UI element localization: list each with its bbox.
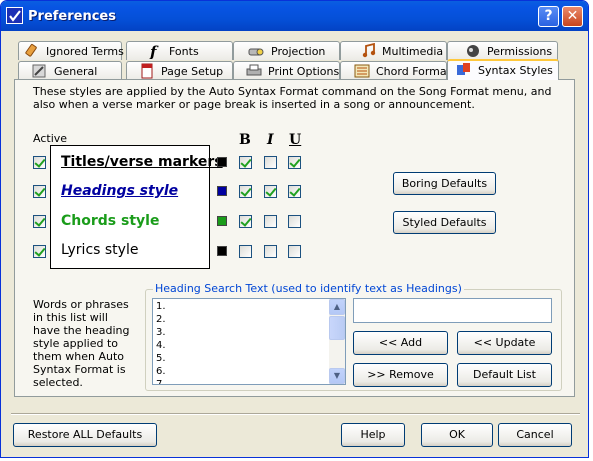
bold-checkbox-headings[interactable]: [239, 185, 252, 198]
tab-label: Permissions: [487, 45, 553, 58]
tab-permissions[interactable]: Permissions: [447, 41, 558, 60]
printer-icon: [246, 64, 262, 76]
tab-print-options[interactable]: Print Options: [233, 61, 340, 80]
style-headings-preview[interactable]: Headings style: [61, 183, 178, 199]
list-item[interactable]: 3.: [156, 327, 166, 339]
list-scrollbar[interactable]: ▲ ▼: [329, 299, 345, 384]
bold-checkbox-titles[interactable]: [239, 156, 252, 169]
font-f-icon: f: [149, 43, 159, 59]
bold-checkbox-lyrics[interactable]: [239, 245, 252, 258]
tab-label: Syntax Styles: [478, 64, 553, 77]
tab-label: Page Setup: [161, 65, 224, 78]
color-swatch-chords[interactable]: [217, 216, 227, 226]
list-item[interactable]: 2.: [156, 314, 166, 326]
tab-page-setup[interactable]: Page Setup: [126, 61, 233, 80]
restore-all-defaults-button[interactable]: Restore ALL Defaults: [13, 423, 157, 447]
page-setup-icon: [141, 63, 153, 79]
style-chords-preview[interactable]: Chords style: [61, 213, 159, 229]
list-item[interactable]: 6.: [156, 366, 166, 378]
tab-general[interactable]: General: [18, 61, 122, 80]
tab-label: Chord Format: [376, 65, 451, 78]
styled-defaults-button[interactable]: Styled Defaults: [393, 211, 496, 234]
tab-label: General: [54, 65, 98, 78]
default-list-button[interactable]: Default List: [457, 363, 552, 387]
title-bar[interactable]: Preferences ? ✕: [1, 1, 588, 31]
color-swatch-headings[interactable]: [217, 186, 227, 196]
add-button[interactable]: << Add: [353, 331, 448, 355]
projector-icon: [248, 48, 264, 56]
active-checkbox-headings[interactable]: [33, 185, 46, 198]
active-column-label: Active: [33, 132, 68, 145]
tab-ignored-terms[interactable]: Ignored Terms: [18, 41, 124, 60]
app-checkmark-icon: [6, 7, 23, 24]
tab-fonts[interactable]: f Fonts: [126, 41, 233, 60]
italic-column-header: I: [267, 132, 274, 148]
tab-label: Print Options: [268, 65, 340, 78]
tab-chord-format[interactable]: Chord Format: [340, 61, 451, 80]
italic-checkbox-chords[interactable]: [264, 215, 277, 228]
syntax-description: These styles are applied by the Auto Syn…: [33, 85, 552, 111]
list-item[interactable]: 7.: [156, 379, 166, 384]
scroll-thumb[interactable]: [329, 316, 345, 340]
bold-column-header: B: [239, 132, 251, 148]
list-item[interactable]: 5.: [156, 353, 166, 365]
style-preview-box: Titles/verse markers Headings style Chor…: [50, 145, 223, 269]
music-note-icon: [362, 43, 376, 58]
heading-search-note: Words or phrases in this list will have …: [33, 298, 130, 389]
heading-search-group-title: Heading Search Text (used to identify te…: [153, 282, 464, 295]
underline-checkbox-chords[interactable]: [288, 215, 301, 228]
italic-checkbox-lyrics[interactable]: [264, 245, 277, 258]
italic-checkbox-headings[interactable]: [264, 185, 277, 198]
tab-projection[interactable]: Projection: [233, 41, 340, 60]
eraser-icon: [25, 43, 37, 57]
syntax-styles-panel: These styles are applied by the Auto Syn…: [14, 79, 575, 397]
footer-separator: [11, 413, 580, 415]
tab-label: Multimedia: [382, 45, 444, 58]
underline-column-header: U: [289, 132, 302, 148]
heading-search-list[interactable]: 1. 2. 3. 4. 5. 6. 7. ▲ ▼: [152, 298, 346, 385]
scroll-down-arrow-icon[interactable]: ▼: [329, 368, 345, 384]
underline-checkbox-headings[interactable]: [288, 185, 301, 198]
permissions-icon: [467, 45, 479, 57]
tab-label: Fonts: [169, 45, 199, 58]
tab-multimedia[interactable]: Multimedia: [340, 41, 447, 60]
boring-defaults-button[interactable]: Boring Defaults: [393, 172, 496, 195]
preferences-window: Preferences ? ✕ Ignored Terms f Fonts Pr…: [0, 0, 589, 458]
bold-checkbox-chords[interactable]: [239, 215, 252, 228]
scroll-up-arrow-icon[interactable]: ▲: [329, 299, 345, 315]
window-title: Preferences: [28, 9, 116, 24]
help-button[interactable]: Help: [341, 423, 405, 447]
tab-label: Ignored Terms: [46, 45, 124, 58]
active-checkbox-lyrics[interactable]: [33, 245, 46, 258]
remove-button[interactable]: >> Remove: [353, 363, 448, 387]
ok-button[interactable]: OK: [421, 423, 493, 447]
underline-checkbox-lyrics[interactable]: [288, 245, 301, 258]
svg-text:f: f: [149, 43, 159, 59]
list-item[interactable]: 1.: [156, 301, 166, 313]
list-item[interactable]: 4.: [156, 340, 166, 352]
color-swatch-titles[interactable]: [217, 157, 227, 167]
title-close-button[interactable]: ✕: [562, 6, 583, 27]
heading-search-input[interactable]: [353, 298, 552, 323]
italic-checkbox-titles[interactable]: [264, 156, 277, 169]
general-settings-icon: [32, 64, 46, 78]
active-checkbox-chords[interactable]: [33, 215, 46, 228]
syntax-styles-icon: [457, 63, 470, 75]
update-button[interactable]: << Update: [457, 331, 552, 355]
color-swatch-lyrics[interactable]: [217, 246, 227, 256]
style-lyrics-preview[interactable]: Lyrics style: [61, 242, 138, 258]
tab-label: Projection: [271, 45, 326, 58]
underline-checkbox-titles[interactable]: [288, 156, 301, 169]
active-checkbox-titles[interactable]: [33, 156, 46, 169]
tab-syntax-styles[interactable]: Syntax Styles: [447, 59, 559, 80]
cancel-button[interactable]: Cancel: [498, 423, 572, 447]
title-help-button[interactable]: ?: [538, 6, 559, 27]
chord-format-icon: [354, 64, 370, 78]
style-titles-preview[interactable]: Titles/verse markers: [61, 154, 223, 170]
